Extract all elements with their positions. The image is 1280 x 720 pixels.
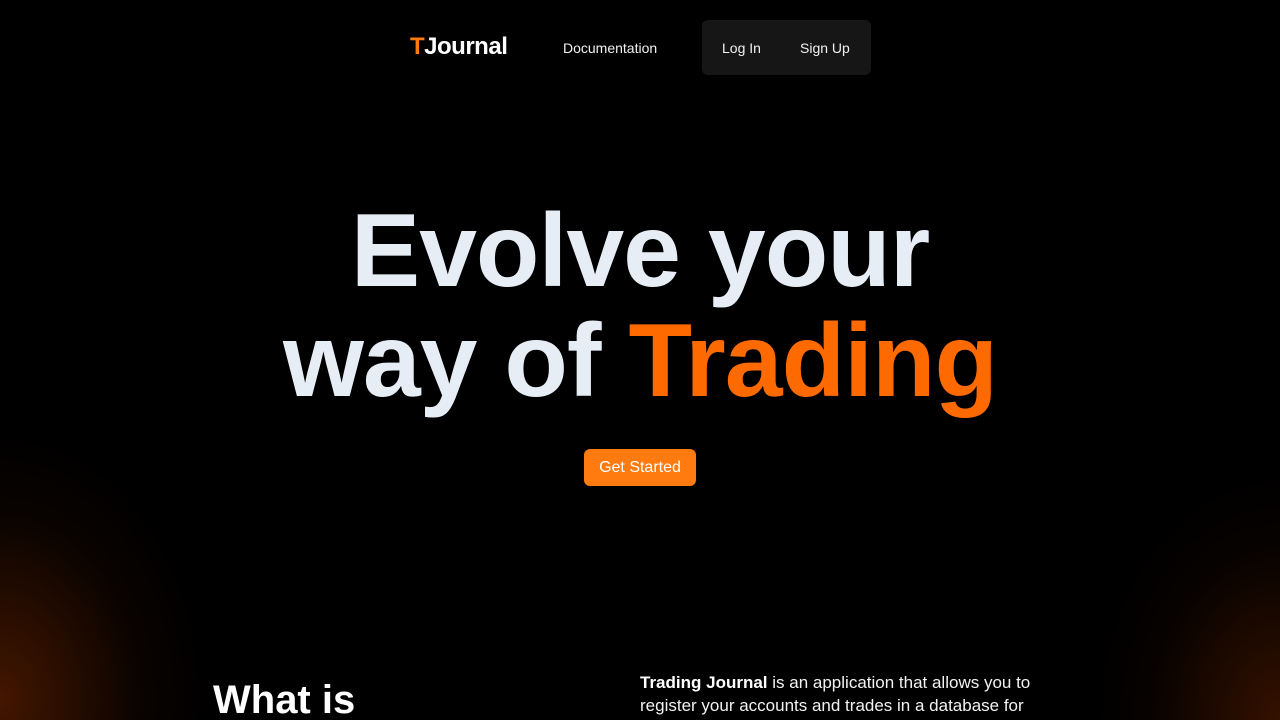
about-app-name: Trading Journal	[640, 673, 768, 692]
logo-link[interactable]: TJournal	[410, 32, 508, 62]
hero-headline-accent: Trading	[628, 303, 998, 419]
login-link[interactable]: Log In	[722, 39, 761, 57]
about-description: Trading Journal is an application that a…	[640, 671, 1070, 717]
logo-accent-letter: T	[410, 33, 425, 60]
hero-headline: Evolve your way of Trading	[0, 196, 1280, 416]
top-nav: TJournal Documentation Log In Sign Up	[0, 20, 1280, 75]
documentation-link[interactable]: Documentation	[563, 39, 657, 57]
auth-links-box: Log In Sign Up	[702, 20, 871, 75]
landing-page: TJournal Documentation Log In Sign Up Ev…	[0, 0, 1280, 720]
get-started-button[interactable]: Get Started	[584, 449, 696, 486]
hero-headline-line2: way of	[282, 303, 602, 419]
about-heading: What is	[213, 678, 356, 720]
logo-text: Journal	[424, 33, 508, 60]
signup-link[interactable]: Sign Up	[800, 39, 850, 57]
hero-headline-line1: Evolve your	[350, 193, 931, 309]
about-line2: register your accounts and trades in a d…	[640, 696, 1024, 715]
about-line1: is an application that allows you to	[772, 673, 1031, 692]
